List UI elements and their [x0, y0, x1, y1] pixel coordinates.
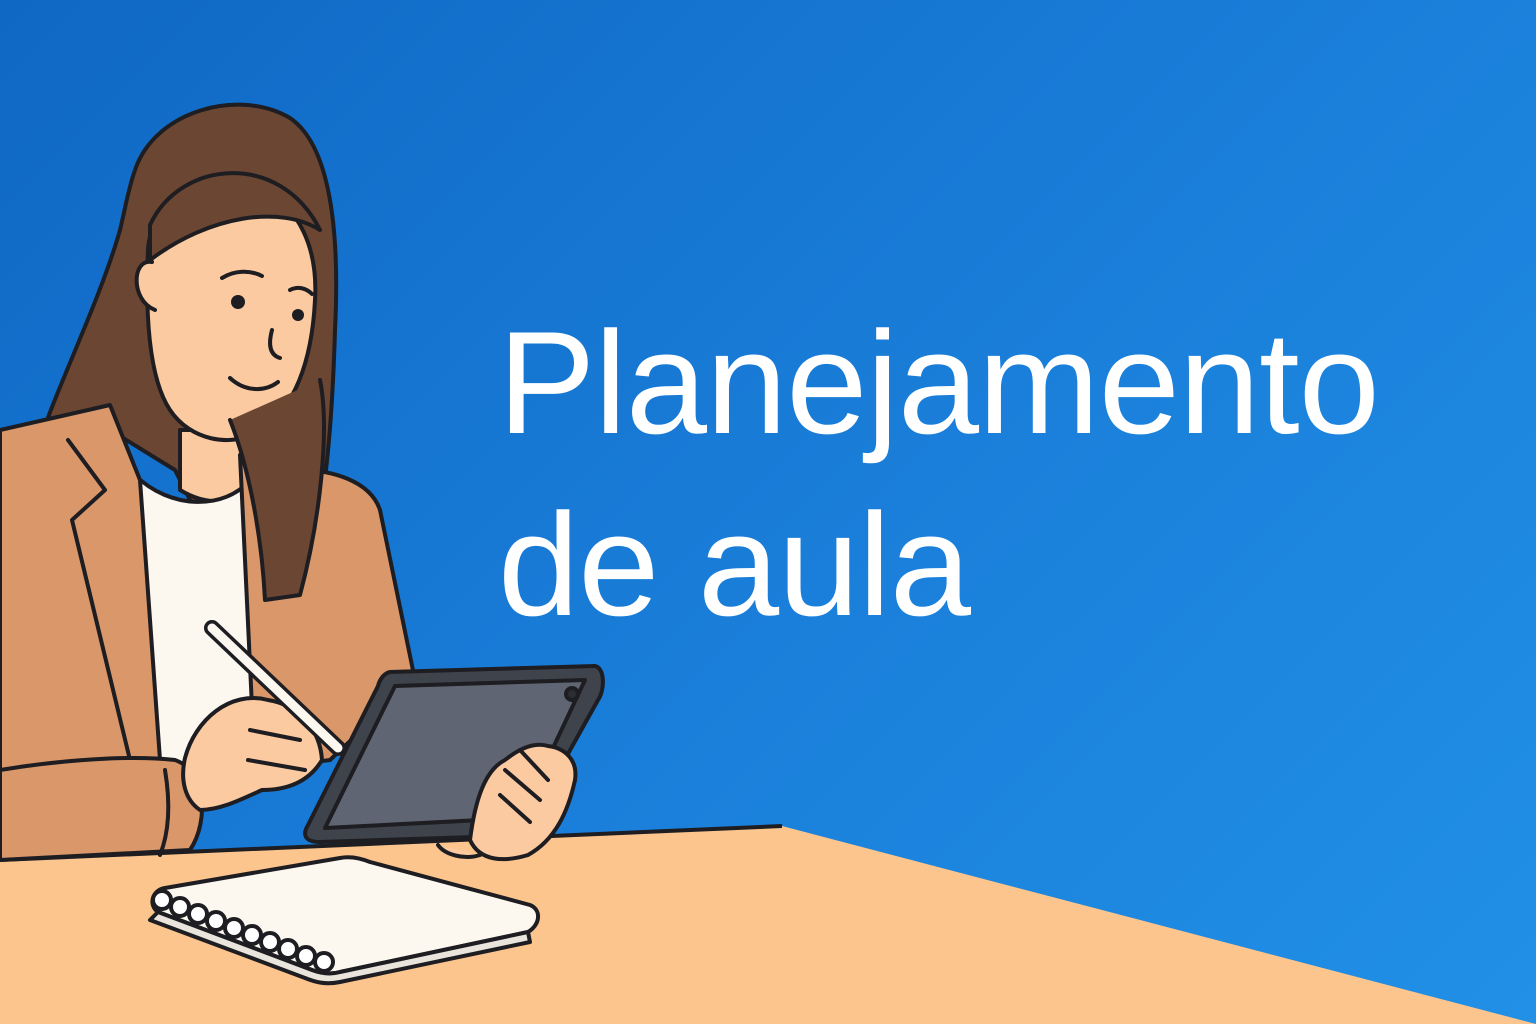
- headline: Planejamento de aula: [498, 292, 1478, 656]
- headline-line-2: de aula: [498, 483, 971, 646]
- headline-line-1: Planejamento: [498, 301, 1380, 464]
